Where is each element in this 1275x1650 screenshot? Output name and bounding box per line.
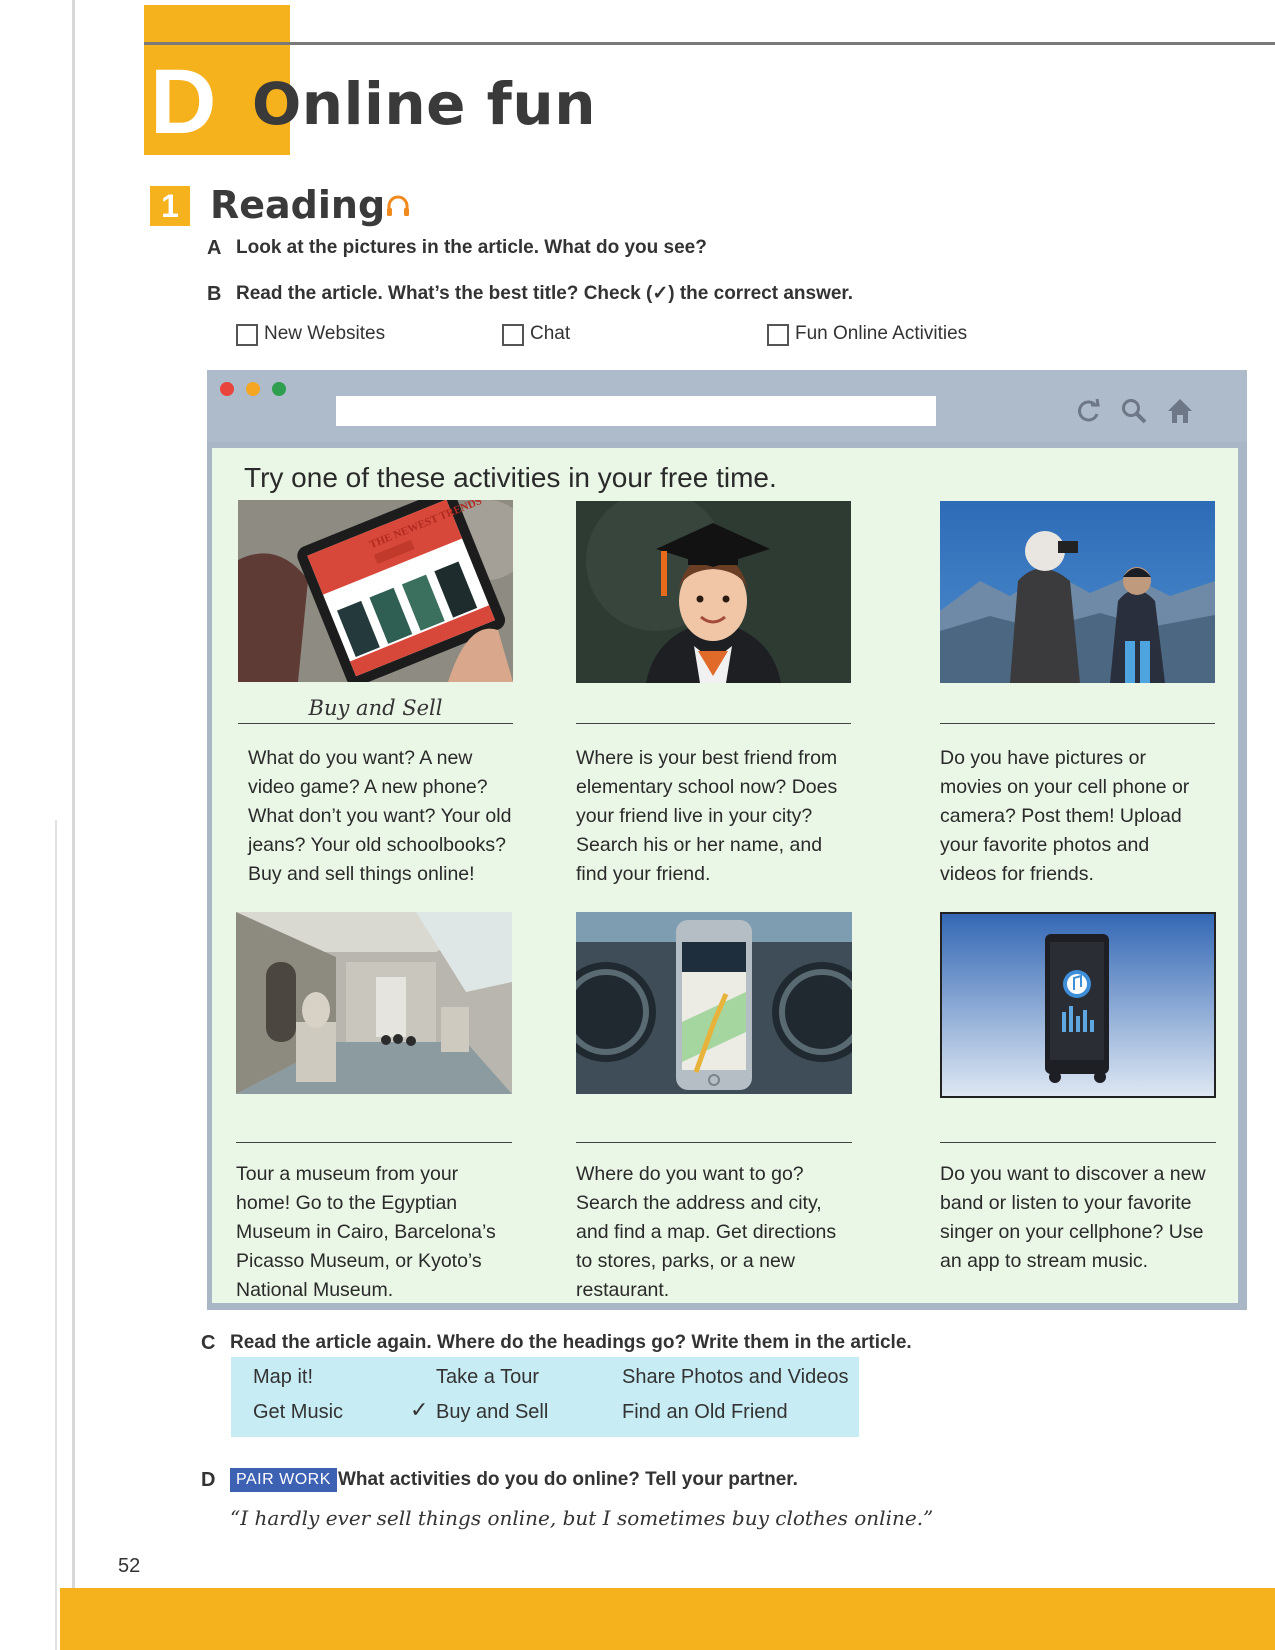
card-line: movies on your cell phone or [940,776,1190,798]
card-line: an app to stream music. [940,1250,1149,1272]
card-line: singer on your cellphone? Use [940,1221,1204,1243]
question-b-letter: B [207,283,222,305]
checkbox-chat[interactable] [502,324,524,346]
card-line: Do you have pictures or [940,747,1146,769]
pair-work-badge: PAIR WORK [230,1468,337,1492]
question-c-text: Read the article again. Where do the hea… [230,1332,912,1353]
card-line: elementary school now? Does [576,776,838,798]
article-heading: Try one of these activities in your free… [244,462,777,493]
card-line: home! Go to the Egyptian [236,1192,458,1214]
card-line: National Museum. [236,1279,394,1301]
card-text: What do you want? A new video game? A ne… [248,744,538,889]
card-line: and find a map. Get directions [576,1221,837,1243]
card-text: Where do you want to go? Search the addr… [576,1160,876,1305]
heading-option: Share Photos and Videos [622,1366,849,1388]
unit-title: Online fun [252,70,596,138]
question-a-letter: A [207,237,222,259]
card-line: Where do you want to go? [576,1163,804,1185]
heading-line [576,1142,852,1143]
card-line: Search the address and city, [576,1192,822,1214]
headphones-icon[interactable] [386,195,410,217]
card-line: Picasso Museum, or Kyoto’s [236,1250,482,1272]
page-number: 52 [118,1555,141,1577]
graduate-girl-photo [576,501,851,683]
heading-line [236,1142,512,1143]
card-line: videos for friends. [940,863,1094,885]
people-taking-photos-photo [940,501,1215,683]
card-line: to stores, parks, or a new [576,1250,795,1272]
heading-line [238,723,513,724]
music-player-photo [940,912,1216,1098]
search-icon[interactable] [1120,397,1148,425]
checkbox-new-websites[interactable] [236,324,258,346]
question-c-letter: C [201,1332,216,1354]
checkbox-fun-online-activities[interactable] [767,324,789,346]
card-line: Buy and sell things online! [248,863,475,885]
question-a-text: Look at the pictures in the article. Wha… [236,237,707,258]
card-line: your favorite photos and [940,834,1150,856]
question-b-text: Read the article. What’s the best title?… [236,283,854,304]
card-line: your friend live in your city? [576,805,813,827]
card-text: Do you have pictures or movies on your c… [940,744,1240,889]
card-line: Tour a museum from your [236,1163,459,1185]
tablet-shopping-photo: THE NEWEST TRENDS [238,500,513,682]
maximize-dot-icon [272,382,286,396]
unit-letter: D [150,51,217,153]
option-fun-online-activities: Fun Online Activities [795,323,968,344]
footer-band [60,1588,1275,1650]
heading-option: Take a Tour [436,1366,540,1388]
margin-rule-lower [55,820,57,1650]
check-mark-icon: ✓ [410,1397,429,1422]
card-heading-buy-and-sell[interactable]: Buy and Sell [238,694,513,722]
section-number: 1 [150,186,190,226]
example-quote: “I hardly ever sell things online, but I… [230,1506,934,1530]
card-line: What don’t you want? Your old [248,805,512,827]
margin-rule [72,0,75,1650]
card-line: camera? Post them! Upload [940,805,1182,827]
minimize-dot-icon [246,382,260,396]
heading-option: Get Music [253,1401,344,1423]
card-line: Museum in Cairo, Barcelona’s [236,1221,496,1243]
card-line: Where is your best friend from [576,747,838,769]
option-new-websites: New Websites [264,323,386,344]
heading-option: Map it! [253,1366,314,1388]
heading-line [940,1142,1216,1143]
question-d-letter: D [201,1469,216,1491]
header-rule [144,42,1275,45]
card-text: Do you want to discover a new band or li… [940,1160,1240,1276]
card-line: find your friend. [576,863,711,885]
url-bar[interactable] [336,396,936,426]
card-line: Search his or her name, and [576,834,823,856]
card-text: Where is your best friend from elementar… [576,744,876,889]
card-text: Tour a museum from your home! Go to the … [236,1160,536,1305]
section-title: Reading [210,183,386,227]
card-line: What do you want? A new [248,747,473,769]
heading-option: Find an Old Friend [622,1401,788,1423]
heading-line [940,723,1215,724]
close-dot-icon [220,382,234,396]
home-icon[interactable] [1165,396,1195,426]
museum-gallery-photo [236,912,512,1094]
card-line: jeans? Your old schoolbooks? [248,834,507,856]
phone-map-photo [576,912,852,1094]
question-d-text: What activities do you do online? Tell y… [338,1469,798,1490]
option-chat: Chat [530,323,571,344]
heading-option: Buy and Sell [436,1401,549,1423]
refresh-icon[interactable] [1075,397,1103,425]
card-line: Do you want to discover a new [940,1163,1206,1185]
card-line: restaurant. [576,1279,670,1301]
card-line: band or listen to your favorite [940,1192,1192,1214]
heading-line [576,723,851,724]
card-line: video game? A new phone? [248,776,488,798]
